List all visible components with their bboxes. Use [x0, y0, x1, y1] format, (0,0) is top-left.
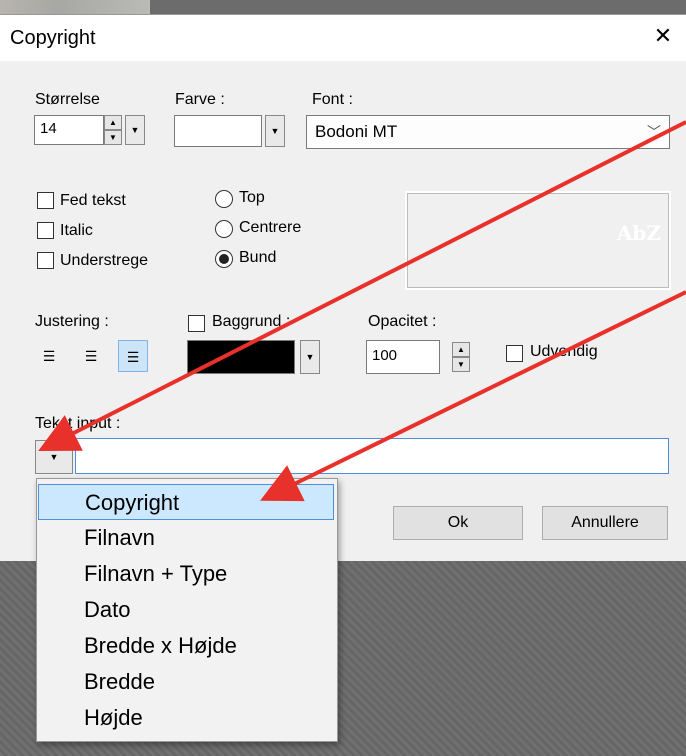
center-radio[interactable]	[215, 220, 233, 238]
color-swatch[interactable]	[174, 115, 262, 147]
size-up-icon[interactable]: ▲	[104, 115, 122, 130]
outside-label: Udvendig	[530, 343, 598, 360]
title-bar: Copyright ✕	[0, 15, 686, 61]
ok-button[interactable]: Ok	[393, 506, 523, 540]
underline-checkbox[interactable]	[37, 252, 54, 269]
color-label: Farve :	[175, 91, 225, 108]
size-stepper[interactable]: 14	[34, 115, 104, 145]
italic-checkbox[interactable]	[37, 222, 54, 239]
opacity-stepper[interactable]: 100	[366, 340, 440, 374]
size-dropdown-icon[interactable]: ▼	[125, 115, 145, 145]
font-select[interactable]: Bodoni MT ﹀	[306, 115, 670, 149]
close-icon[interactable]: ✕	[650, 23, 676, 51]
menu-item-filename[interactable]: Filnavn	[38, 520, 334, 556]
background-dropdown-icon[interactable]: ▼	[300, 340, 320, 374]
align-right-icon[interactable]: ☰	[118, 340, 148, 372]
bottom-radio[interactable]	[215, 250, 233, 268]
alignment-label: Justering :	[35, 313, 109, 330]
top-radio[interactable]	[215, 190, 233, 208]
menu-item-width[interactable]: Bredde	[38, 664, 334, 700]
color-dropdown-icon[interactable]: ▼	[265, 115, 285, 147]
size-down-icon[interactable]: ▼	[104, 130, 122, 145]
center-label: Centrere	[239, 219, 302, 236]
font-label: Font :	[312, 91, 353, 108]
menu-item-width-height[interactable]: Bredde x Højde	[38, 628, 334, 664]
opacity-value: 100	[372, 347, 398, 364]
background-swatch[interactable]	[187, 340, 295, 374]
text-input-field[interactable]	[75, 438, 669, 474]
bottom-label: Bund	[239, 249, 277, 266]
underline-label: Understrege	[60, 252, 149, 269]
menu-item-copyright[interactable]: Copyright	[38, 484, 334, 520]
bold-checkbox[interactable]	[37, 192, 54, 209]
align-center-icon[interactable]: ☰	[76, 340, 106, 372]
window-title: Copyright	[10, 27, 96, 49]
background-checkbox[interactable]	[188, 315, 205, 332]
text-input-dropdown-menu: Copyright Filnavn Filnavn + Type Dato Br…	[36, 478, 338, 742]
italic-label: Italic	[60, 222, 93, 239]
preview-box: AbZ	[405, 191, 671, 290]
top-label: Top	[239, 189, 265, 206]
text-input-dropdown-icon[interactable]: ▼	[35, 440, 73, 474]
menu-item-height[interactable]: Højde	[38, 700, 334, 736]
text-input-label: Tekst input :	[35, 415, 121, 432]
align-left-icon[interactable]: ☰	[34, 340, 64, 372]
cancel-button[interactable]: Annullere	[542, 506, 668, 540]
bold-label: Fed tekst	[60, 192, 126, 209]
opacity-label: Opacitet :	[368, 313, 437, 330]
size-label: Størrelse	[35, 91, 100, 108]
menu-item-filename-type[interactable]: Filnavn + Type	[38, 556, 334, 592]
chevron-down-icon: ﹀	[647, 124, 661, 140]
opacity-down-icon[interactable]: ▼	[452, 357, 470, 372]
font-value: Bodoni MT	[315, 122, 398, 141]
menu-item-date[interactable]: Dato	[38, 592, 334, 628]
outside-checkbox[interactable]	[506, 345, 523, 362]
size-value: 14	[40, 120, 57, 137]
background-label: Baggrund :	[212, 313, 291, 330]
preview-text: AbZ	[616, 221, 661, 245]
opacity-up-icon[interactable]: ▲	[452, 342, 470, 357]
